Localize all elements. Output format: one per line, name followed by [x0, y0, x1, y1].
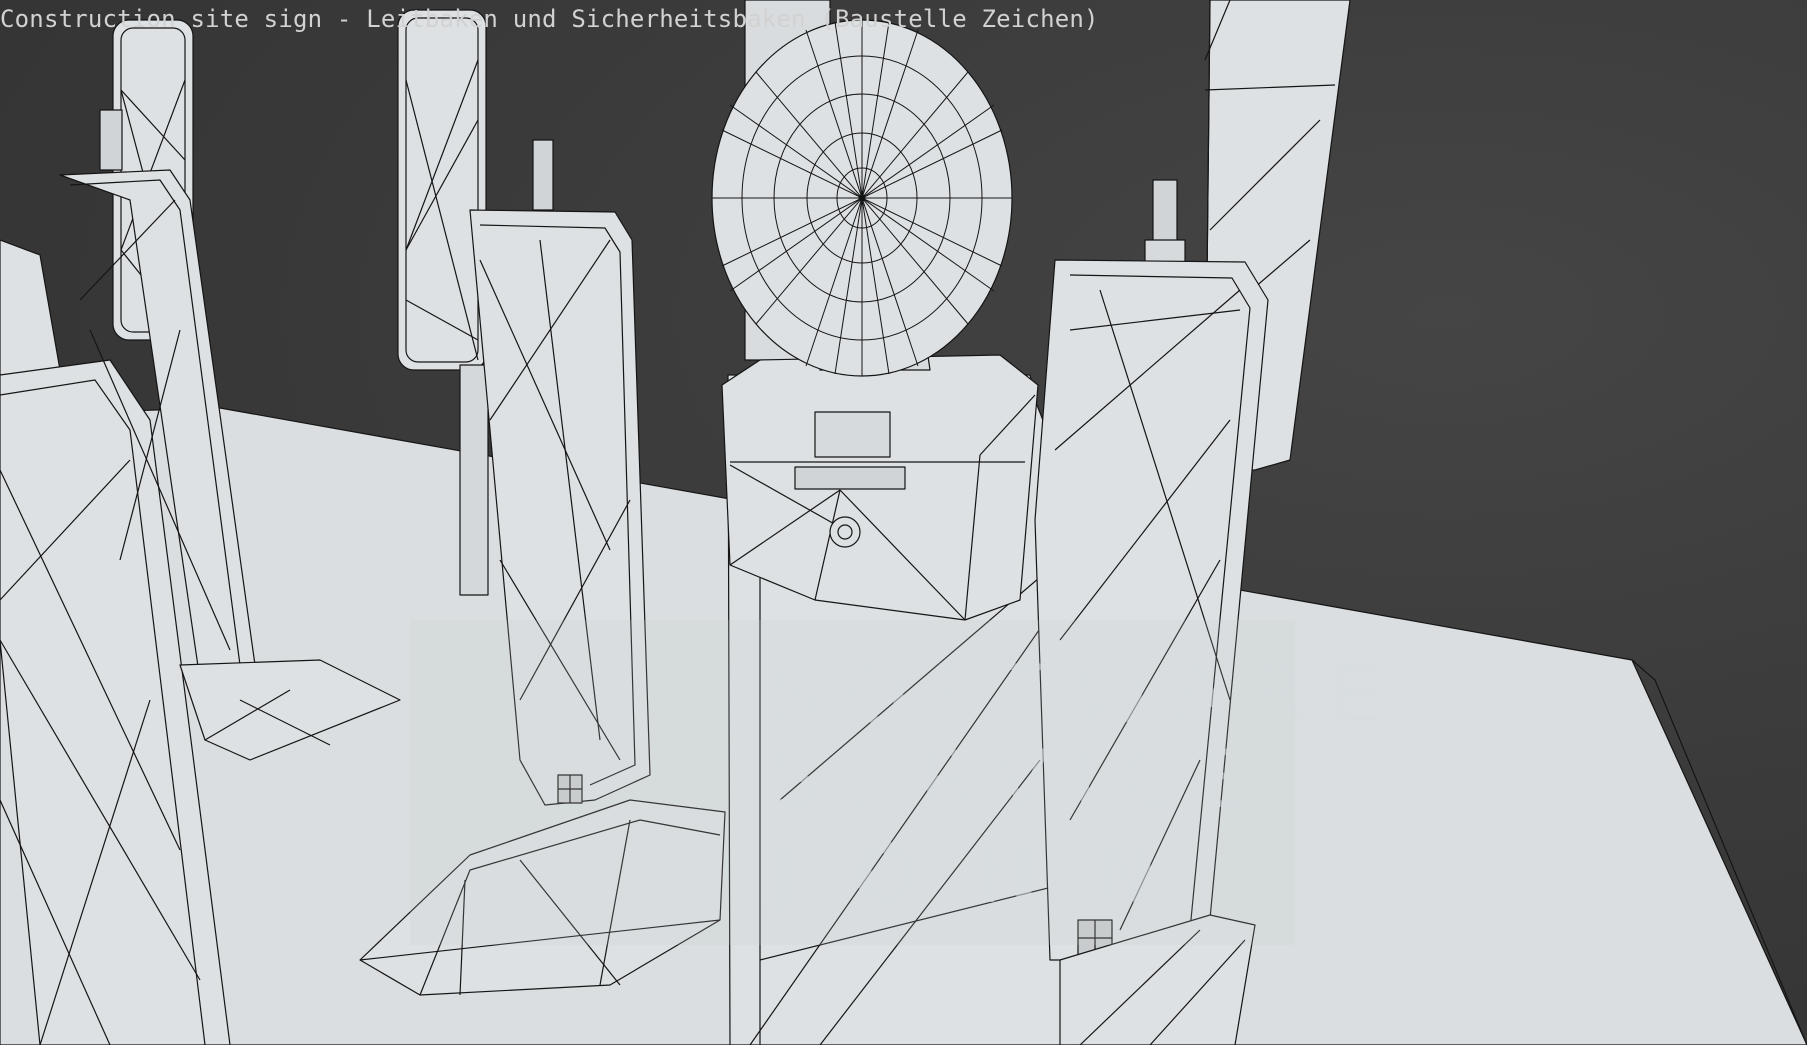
- scene-caption: Construction site sign - Leitbaken und S…: [0, 5, 1099, 33]
- watermark-panel: SOFTWARE SERVICE JOHN: [410, 620, 1405, 945]
- watermark-line-2: SERVICE: [770, 733, 1276, 826]
- watermark-line-3: JOHN: [770, 828, 1210, 921]
- 3d-viewport[interactable]: SOFTWARE SERVICE JOHN Construction site …: [0, 0, 1807, 1045]
- watermark-line-1: SOFTWARE: [770, 648, 1405, 741]
